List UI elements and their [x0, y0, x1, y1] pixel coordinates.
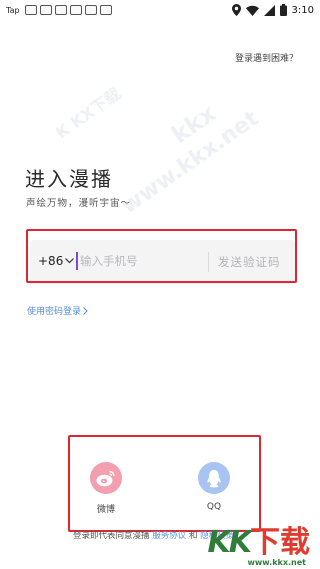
notification-icon [54, 5, 67, 15]
page-subtitle: 声绘万物，漫听宇宙～ [26, 198, 132, 209]
agreement-prefix: 登录即代表同意漫播 [73, 531, 150, 541]
status-bar: Tap 3:10 [0, 0, 320, 20]
notification-icon [84, 5, 97, 15]
service-agreement-link[interactable]: 服务协议 [152, 531, 186, 541]
status-time: 3:10 [291, 4, 314, 16]
privacy-policy-link[interactable]: 隐私政策 [200, 531, 234, 541]
chevron-right-icon [83, 306, 88, 315]
page-title: 进入漫播 [25, 167, 113, 191]
tap-app-label: Tap [6, 5, 20, 15]
status-bar-notifications: Tap [6, 4, 112, 16]
notification-icon [39, 5, 52, 15]
password-login-link[interactable]: 使用密码登录 [27, 304, 88, 317]
social-login-highlight [68, 435, 261, 532]
password-login-label: 使用密码登录 [27, 307, 82, 317]
watermark-text: kkx [166, 98, 222, 150]
location-icon [231, 4, 241, 16]
watermark-text: K KX下载 [52, 84, 125, 143]
signal-icon [263, 4, 275, 16]
watermark-text: www.kkx.net [117, 106, 264, 219]
wifi-icon [245, 5, 259, 16]
battery-icon [279, 4, 287, 16]
status-bar-system: 3:10 [231, 3, 314, 17]
notification-icon [99, 5, 112, 15]
phone-row-highlight [26, 229, 297, 283]
agreement-text: 登录即代表同意漫播 服务协议 和 隐私政策 [73, 529, 234, 541]
notification-icon [24, 5, 37, 15]
login-help-link[interactable]: 登录遇到困难？ [235, 51, 298, 64]
agreement-conjunction: 和 [188, 531, 198, 541]
watermark-url: www.kkx.net [247, 558, 306, 567]
notification-icon [69, 5, 82, 15]
